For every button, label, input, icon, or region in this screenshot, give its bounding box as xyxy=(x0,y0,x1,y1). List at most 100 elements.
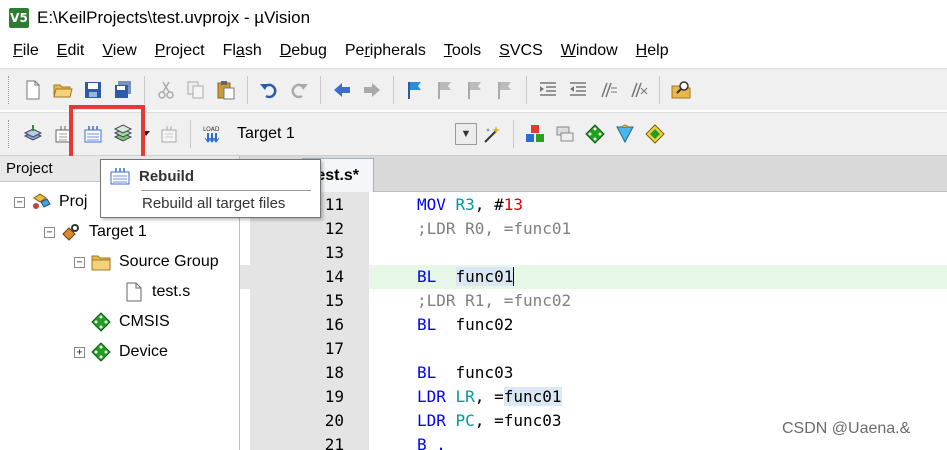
expand-icon[interactable]: + xyxy=(74,346,85,358)
line-number: 13 xyxy=(324,243,344,262)
toolbar-separator xyxy=(659,75,660,104)
rebuild-highlight-box xyxy=(69,105,145,160)
open-file-button[interactable] xyxy=(50,77,76,103)
pack-installer-button[interactable] xyxy=(612,121,638,147)
unindent-icon xyxy=(570,81,586,96)
menu-item[interactable]: SVCS xyxy=(490,42,552,60)
tree-item-file[interactable]: test.s xyxy=(124,277,190,307)
manage-project-icon xyxy=(526,125,544,142)
code-line[interactable]: 16 BL func02 xyxy=(240,313,947,337)
collapse-icon[interactable]: − xyxy=(14,196,25,208)
tooltip-header: Rebuild xyxy=(109,166,194,186)
line-number: 15 xyxy=(324,291,344,310)
code-text: LDR LR, =func01 xyxy=(417,385,562,409)
menu-item[interactable]: View xyxy=(93,42,145,60)
new-file-button[interactable] xyxy=(20,77,46,103)
uncomment-icon xyxy=(631,82,648,97)
code-token: ;LDR R0, =func01 xyxy=(417,219,572,238)
copy-button[interactable] xyxy=(183,77,209,103)
redo-button[interactable] xyxy=(286,77,312,103)
code-line[interactable]: 19 LDR LR, =func01 xyxy=(240,385,947,409)
undo-button[interactable] xyxy=(256,77,282,103)
stop-build-button[interactable] xyxy=(156,121,182,147)
toolbar-grip[interactable] xyxy=(8,75,12,104)
load-download-icon: LOAD xyxy=(203,126,220,143)
find-in-files-button[interactable] xyxy=(668,77,694,103)
indent-button[interactable] xyxy=(535,77,561,103)
tree-item-target[interactable]: − Target 1 xyxy=(44,217,147,247)
target-options-button[interactable] xyxy=(479,121,505,147)
target-select[interactable]: Target 1 ▼ xyxy=(233,121,477,147)
collapse-icon[interactable]: − xyxy=(74,256,85,268)
line-number: 21 xyxy=(324,435,344,450)
multi-project-button[interactable] xyxy=(642,121,668,147)
uvision-app-icon: V5 xyxy=(9,8,29,28)
download-button[interactable]: LOAD xyxy=(199,121,225,147)
clear-bookmarks-button[interactable] xyxy=(492,77,518,103)
magic-wand-icon xyxy=(484,126,500,143)
previous-bookmark-button[interactable] xyxy=(432,77,458,103)
navigate-forward-button[interactable] xyxy=(359,77,385,103)
menu-item[interactable]: Flash xyxy=(214,42,271,60)
next-bookmark-button[interactable] xyxy=(462,77,488,103)
code-line[interactable]: 13 xyxy=(240,241,947,265)
menu-item-label: roject xyxy=(165,42,205,59)
save-icon xyxy=(85,81,101,98)
menu-item[interactable]: Tools xyxy=(435,42,490,60)
indent-icon xyxy=(540,81,556,96)
line-number: 20 xyxy=(324,411,344,430)
cut-button[interactable] xyxy=(153,77,179,103)
menu-item-label: iew xyxy=(112,42,137,59)
toolbar-grip[interactable] xyxy=(8,120,12,148)
code-token: LDR xyxy=(417,411,456,430)
menu-item[interactable]: Help xyxy=(627,42,678,60)
tree-item-cmsis[interactable]: CMSIS xyxy=(91,307,170,337)
tree-item-source-group[interactable]: − Source Group xyxy=(74,247,219,277)
menu-item-accelerator: H xyxy=(635,42,648,59)
toolbar-separator xyxy=(393,75,394,104)
comment-button[interactable] xyxy=(595,77,621,103)
new-file-icon xyxy=(26,80,40,99)
tree-item-label: test.s xyxy=(152,283,191,300)
tree-item-label: Device xyxy=(119,343,168,360)
code-text: LDR PC, =func03 xyxy=(417,409,562,433)
save-button[interactable] xyxy=(80,77,106,103)
target-select-dropdown-icon[interactable]: ▼ xyxy=(455,123,477,145)
select-packs-button[interactable] xyxy=(552,121,578,147)
code-line-current[interactable]: 14 BL func01 xyxy=(240,265,947,289)
menu-item-label: ile xyxy=(22,42,39,59)
tree-item-label: Target 1 xyxy=(89,223,147,240)
toolbar-separator xyxy=(513,120,514,148)
save-all-button[interactable] xyxy=(110,77,136,103)
code-line[interactable]: 12 ;LDR R0, =func01 xyxy=(240,217,947,241)
pack-installer-icon xyxy=(616,124,634,144)
code-line[interactable]: 17 xyxy=(240,337,947,361)
tree-item-device[interactable]: + Device xyxy=(74,337,168,367)
code-editor[interactable]: 11 MOV R3, #13 12 ;LDR R0, =func01 13 14 BL fu… xyxy=(240,192,947,450)
uncomment-button[interactable] xyxy=(625,77,651,103)
code-line[interactable]: 11 MOV R3, #13 xyxy=(240,193,947,217)
menu-item[interactable]: File xyxy=(4,42,48,60)
manage-project-items-button[interactable] xyxy=(522,121,548,147)
menu-item[interactable]: Window xyxy=(552,42,627,60)
menu-item[interactable]: Project xyxy=(146,42,214,60)
project-root-icon xyxy=(31,192,51,212)
copy-icon xyxy=(187,81,204,98)
manage-run-time-environment-button[interactable] xyxy=(582,121,608,147)
find-in-files-icon xyxy=(671,80,691,98)
translate-button[interactable] xyxy=(20,121,46,147)
collapse-icon[interactable]: − xyxy=(44,226,55,238)
insert-bookmark-button[interactable] xyxy=(402,77,428,103)
code-line[interactable]: 18 BL func03 xyxy=(240,361,947,385)
bookmark-prev-icon xyxy=(438,81,451,99)
code-line[interactable]: 15 ;LDR R1, =func02 xyxy=(240,289,947,313)
paste-button[interactable] xyxy=(213,77,239,103)
navigate-back-button[interactable] xyxy=(329,77,355,103)
menu-item-label: ipherals xyxy=(369,42,426,59)
unindent-button[interactable] xyxy=(565,77,591,103)
menu-item[interactable]: Edit xyxy=(48,42,94,60)
menu-item[interactable]: Debug xyxy=(271,42,336,60)
menu-item[interactable]: Peripherals xyxy=(336,42,435,60)
tree-item-project-root[interactable]: − Proj xyxy=(14,187,87,217)
menu-item-accelerator: D xyxy=(279,42,292,59)
